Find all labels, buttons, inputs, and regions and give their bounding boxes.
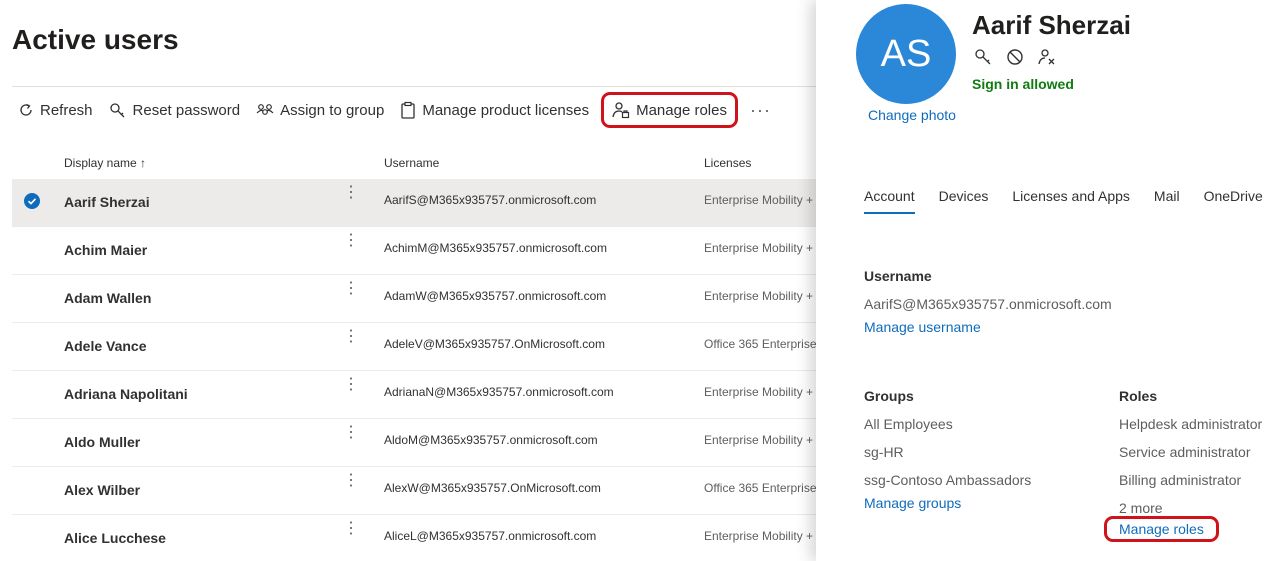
user-licenses: Enterprise Mobility +	[704, 385, 814, 399]
user-display-name[interactable]: Alice Lucchese	[64, 530, 166, 546]
more-vertical-icon[interactable]: ⋮	[343, 425, 359, 441]
user-display-name[interactable]: Adele Vance	[64, 338, 147, 354]
command-bar: Refresh Reset password Assign to group M…	[12, 92, 779, 128]
users-table: Aarif Sherzai ⋮ AarifS@M365x935757.onmic…	[12, 179, 816, 561]
manage-roles-link[interactable]: Manage roles	[1104, 516, 1219, 542]
table-row[interactable]: Alex Wilber ⋮ AlexW@M365x935757.OnMicros…	[12, 467, 816, 515]
more-options-icon[interactable]: ···	[742, 100, 779, 121]
manage-product-licenses-label: Manage product licenses	[422, 101, 590, 119]
user-username: AdeleV@M365x935757.OnMicrosoft.com	[384, 337, 605, 351]
key-icon	[109, 103, 124, 118]
user-display-name[interactable]: Achim Maier	[64, 242, 147, 258]
tab-account[interactable]: Account	[864, 188, 915, 214]
more-vertical-icon[interactable]: ⋮	[343, 281, 359, 297]
group-icon	[256, 104, 274, 115]
table-row[interactable]: Achim Maier ⋮ AchimM@M365x935757.onmicro…	[12, 227, 816, 275]
table-row[interactable]: Aldo Muller ⋮ AldoM@M365x935757.onmicros…	[12, 419, 816, 467]
user-display-name[interactable]: Adam Wallen	[64, 290, 151, 306]
roles-more-count: 2 more	[1119, 500, 1163, 516]
column-display-name[interactable]: Display name ↑	[64, 156, 146, 170]
reset-password-button[interactable]: Reset password	[103, 95, 247, 125]
manage-roles-label: Manage roles	[636, 101, 727, 119]
user-name-heading: Aarif Sherzai	[972, 10, 1131, 40]
refresh-label: Refresh	[40, 101, 93, 119]
reset-password-label: Reset password	[132, 101, 241, 119]
panel-tabs: Account Devices Licenses and Apps Mail O…	[864, 188, 1268, 214]
tab-licenses-and-apps[interactable]: Licenses and Apps	[1012, 188, 1130, 214]
manage-username-link[interactable]: Manage username	[864, 319, 981, 335]
user-licenses: Enterprise Mobility +	[704, 241, 814, 255]
group-item: ssg-Contoso Ambassadors	[864, 472, 1032, 488]
block-icon[interactable]	[1006, 48, 1024, 66]
refresh-button[interactable]: Refresh	[12, 95, 99, 125]
clipboard-icon	[401, 101, 415, 119]
user-licenses: Enterprise Mobility +	[704, 193, 814, 207]
user-licenses: Office 365 Enterprise	[704, 337, 816, 351]
group-item: sg-HR	[864, 444, 904, 460]
refresh-icon	[20, 103, 32, 116]
role-item: Service administrator	[1119, 444, 1251, 460]
page-title: Active users	[12, 24, 179, 55]
user-licenses: Enterprise Mobility +	[704, 289, 814, 303]
user-role-icon	[612, 102, 630, 119]
sign-in-status: Sign in allowed	[972, 76, 1074, 92]
roles-heading: Roles	[1119, 388, 1158, 404]
groups-heading: Groups	[864, 388, 914, 404]
user-username: AlexW@M365x935757.OnMicrosoft.com	[384, 481, 601, 495]
tab-onedrive[interactable]: OneDrive	[1204, 188, 1263, 214]
table-row[interactable]: Alice Lucchese ⋮ AliceL@M365x935757.onmi…	[12, 515, 816, 561]
user-username: AdamW@M365x935757.onmicrosoft.com	[384, 289, 607, 303]
more-vertical-icon[interactable]: ⋮	[343, 185, 359, 201]
change-photo-link[interactable]: Change photo	[868, 107, 956, 123]
more-vertical-icon[interactable]: ⋮	[343, 329, 359, 345]
user-username: AchimM@M365x935757.onmicrosoft.com	[384, 241, 607, 255]
more-vertical-icon[interactable]: ⋮	[343, 521, 359, 537]
checkmark-icon[interactable]	[24, 193, 40, 209]
column-username[interactable]: Username	[384, 156, 439, 170]
table-row[interactable]: Adriana Napolitani ⋮ AdrianaN@M365x93575…	[12, 371, 816, 419]
tab-mail[interactable]: Mail	[1154, 188, 1180, 214]
group-item: All Employees	[864, 416, 953, 432]
role-item: Billing administrator	[1119, 472, 1242, 488]
users-list-pane: Active users Refresh Reset password Assi…	[0, 0, 816, 561]
user-licenses: Enterprise Mobility +	[704, 433, 814, 447]
user-username: AarifS@M365x935757.onmicrosoft.com	[384, 193, 597, 207]
manage-roles-button[interactable]: Manage roles	[601, 92, 738, 128]
assign-to-group-button[interactable]: Assign to group	[250, 95, 390, 125]
user-username: AdrianaN@M365x935757.onmicrosoft.com	[384, 385, 614, 399]
user-licenses: Office 365 Enterprise	[704, 481, 816, 495]
grid-header: Display name ↑ Username Licenses	[12, 148, 816, 178]
manage-product-licenses-button[interactable]: Manage product licenses	[394, 95, 595, 125]
remove-user-icon[interactable]	[1038, 48, 1056, 66]
table-row[interactable]: Adele Vance ⋮ AdeleV@M365x935757.OnMicro…	[12, 323, 816, 371]
more-vertical-icon[interactable]: ⋮	[343, 473, 359, 489]
username-heading: Username	[864, 268, 932, 284]
sort-ascending-icon: ↑	[140, 156, 147, 170]
username-value: AarifS@M365x935757.onmicrosoft.com	[864, 296, 1112, 312]
user-username: AliceL@M365x935757.onmicrosoft.com	[384, 529, 597, 543]
user-quick-actions	[974, 48, 1070, 66]
more-vertical-icon[interactable]: ⋮	[343, 377, 359, 393]
user-username: AldoM@M365x935757.onmicrosoft.com	[384, 433, 598, 447]
user-display-name[interactable]: Alex Wilber	[64, 482, 140, 498]
role-item: Helpdesk administrator	[1119, 416, 1263, 432]
column-licenses[interactable]: Licenses	[704, 156, 751, 170]
user-details-panel: AS Change photo Aarif Sherzai Sign in al…	[816, 0, 1268, 561]
assign-to-group-label: Assign to group	[280, 101, 385, 119]
user-display-name[interactable]: Aldo Muller	[64, 434, 140, 450]
tab-devices[interactable]: Devices	[939, 188, 989, 214]
key-icon[interactable]	[974, 48, 992, 66]
user-display-name[interactable]: Aarif Sherzai	[64, 194, 150, 210]
more-vertical-icon[interactable]: ⋮	[343, 233, 359, 249]
user-licenses: Enterprise Mobility +	[704, 529, 814, 543]
user-display-name[interactable]: Adriana Napolitani	[64, 386, 188, 402]
toolbar-divider	[12, 86, 816, 87]
table-row[interactable]: Aarif Sherzai ⋮ AarifS@M365x935757.onmic…	[12, 179, 816, 227]
manage-groups-link[interactable]: Manage groups	[864, 495, 961, 511]
table-row[interactable]: Adam Wallen ⋮ AdamW@M365x935757.onmicros…	[12, 275, 816, 323]
avatar[interactable]: AS	[856, 4, 956, 104]
